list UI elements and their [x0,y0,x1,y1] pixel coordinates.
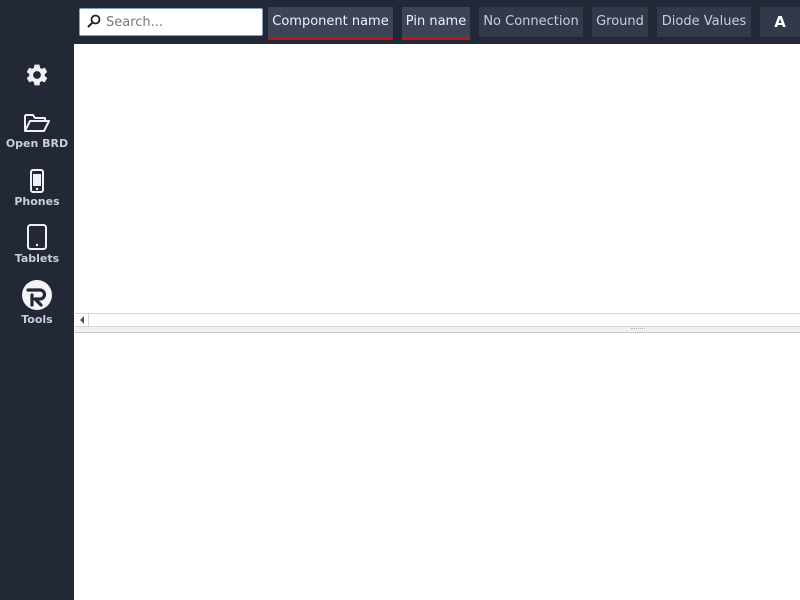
sidebar-item-phones[interactable]: Phones [0,169,74,208]
search-input[interactable] [106,14,256,30]
filter-ground-button[interactable]: Ground [592,7,648,37]
phone-icon [29,169,45,193]
filter-label: Ground [596,14,644,29]
sidebar-item-tablets[interactable]: Tablets [0,224,74,265]
sidebar-item-label: Tools [21,313,53,326]
sidebar-item-settings[interactable] [0,62,74,88]
filter-component-name-button[interactable]: Component name [268,7,393,40]
folder-open-icon [23,111,51,135]
filter-label: Pin name [405,14,467,29]
sidebar-item-label: Tablets [14,252,60,265]
board-view[interactable] [75,44,800,314]
tablet-icon [26,224,48,250]
filter-label: No Connection [483,14,579,29]
filter-label: Component name [272,14,389,29]
toolbar: Component name Pin name No Connection Gr… [74,0,800,44]
sidebar-item-tools[interactable]: Tools [0,279,74,326]
r-logo-icon [21,279,53,311]
filter-no-connection-button[interactable]: No Connection [479,7,583,37]
sidebar-item-label: Open BRD [5,137,69,150]
scroll-left-icon[interactable] [75,314,89,326]
horizontal-scrollbar[interactable] [75,313,800,327]
filter-label: Diode Values [661,14,747,29]
sidebar-item-open-brd[interactable]: Open BRD [0,111,74,150]
filter-diode-values-button[interactable]: Diode Values [657,7,751,37]
splitter-grip-icon[interactable] [631,328,645,330]
search-box[interactable] [79,8,263,36]
details-pane [75,333,800,600]
search-icon [80,13,101,32]
sidebar-item-label: Phones [14,195,60,208]
filter-pin-name-button[interactable]: Pin name [402,7,470,40]
font-size-button[interactable]: A [760,7,800,37]
gear-icon [24,62,50,88]
sidebar: Open BRD Phones Tablets Tools [0,0,74,600]
